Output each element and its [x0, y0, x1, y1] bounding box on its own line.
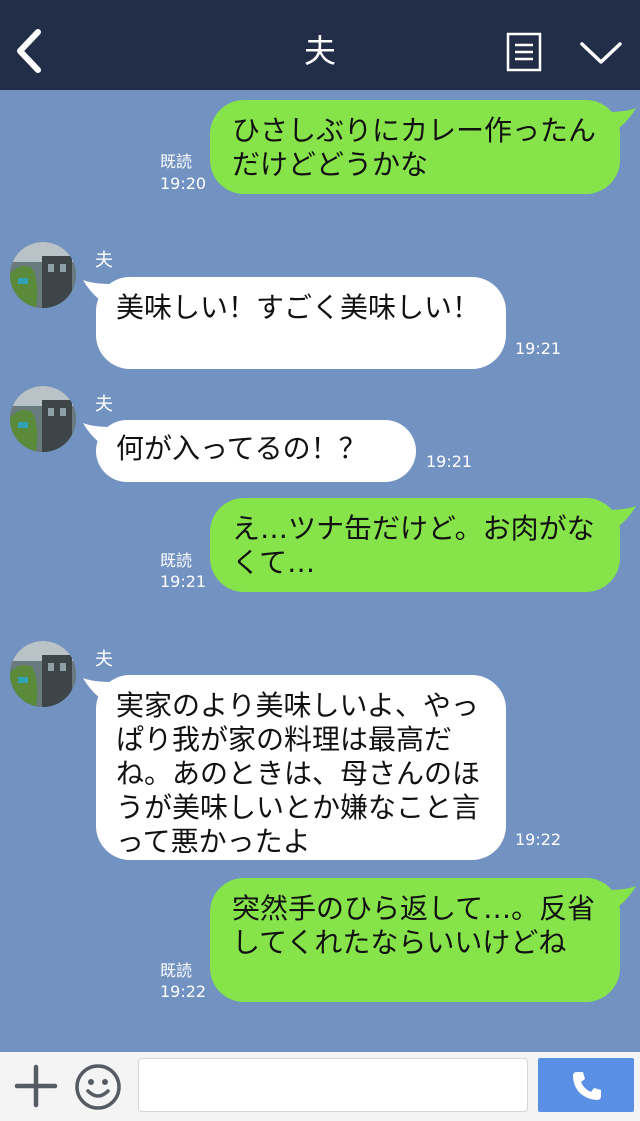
chat-header: 夫	[0, 0, 640, 90]
bubble-tail	[606, 108, 636, 132]
message-text: 突然手のひら返して…。反省してくれたならいいけどね	[232, 892, 596, 959]
call-button[interactable]	[538, 1058, 634, 1112]
plus-icon[interactable]	[14, 1064, 58, 1108]
message-composer	[0, 1052, 640, 1121]
avatar-photo-icon	[10, 386, 76, 452]
message-time: 19:21	[160, 572, 207, 591]
outgoing-message-bubble[interactable]: ひさしぶりにカレー作ったんだけどどうかな	[210, 100, 620, 194]
phone-icon	[573, 1072, 601, 1100]
message-text: 実家のより美味しいよ、やっぱり我が家の料理は最高だね。あのときは、母さんのほうが…	[116, 689, 481, 858]
sender-name: 夫	[95, 394, 113, 415]
sender-name: 夫	[95, 250, 113, 271]
list-icon[interactable]	[506, 32, 542, 72]
message-text: 美味しい！すごく美味しい！	[116, 291, 481, 324]
chat-area[interactable]: 既読 19:20 ひさしぶりにカレー作ったんだけどどうかな 夫 美味しい！すごく…	[0, 90, 640, 1052]
incoming-message-bubble[interactable]: 何が入ってるの！？	[96, 420, 416, 482]
outgoing-message-bubble[interactable]: え…ツナ缶だけど。お肉がなくて…	[210, 498, 620, 592]
avatar[interactable]	[10, 386, 76, 452]
message-time: 19:21	[426, 452, 473, 471]
avatar-photo-icon	[10, 641, 76, 707]
bubble-tail	[606, 886, 636, 910]
message-time: 19:22	[160, 982, 207, 1001]
smiley-icon[interactable]	[73, 1062, 123, 1112]
message-time: 19:22	[515, 830, 562, 849]
message-time: 19:20	[160, 174, 207, 193]
avatar[interactable]	[10, 242, 76, 308]
incoming-message-bubble[interactable]: 美味しい！すごく美味しい！	[96, 277, 506, 369]
message-input[interactable]	[138, 1058, 528, 1112]
incoming-message-bubble[interactable]: 実家のより美味しいよ、やっぱり我が家の料理は最高だね。あのときは、母さんのほうが…	[96, 675, 506, 860]
chevron-down-icon[interactable]	[578, 38, 624, 68]
message-text: 何が入ってるの！？	[116, 432, 367, 465]
read-receipt: 既読	[160, 551, 193, 570]
chat-title: 夫	[303, 32, 336, 70]
avatar-photo-icon	[10, 242, 76, 308]
read-receipt: 既読	[160, 152, 193, 171]
message-text: え…ツナ缶だけど。お肉がなくて…	[232, 512, 595, 579]
sender-name: 夫	[95, 649, 113, 670]
message-text: ひさしぶりにカレー作ったんだけどどうかな	[232, 114, 597, 181]
message-time: 19:21	[515, 339, 562, 358]
avatar[interactable]	[10, 641, 76, 707]
bubble-tail	[606, 506, 636, 530]
outgoing-message-bubble[interactable]: 突然手のひら返して…。反省してくれたならいいけどね	[210, 878, 620, 1002]
read-receipt: 既読	[160, 961, 193, 980]
